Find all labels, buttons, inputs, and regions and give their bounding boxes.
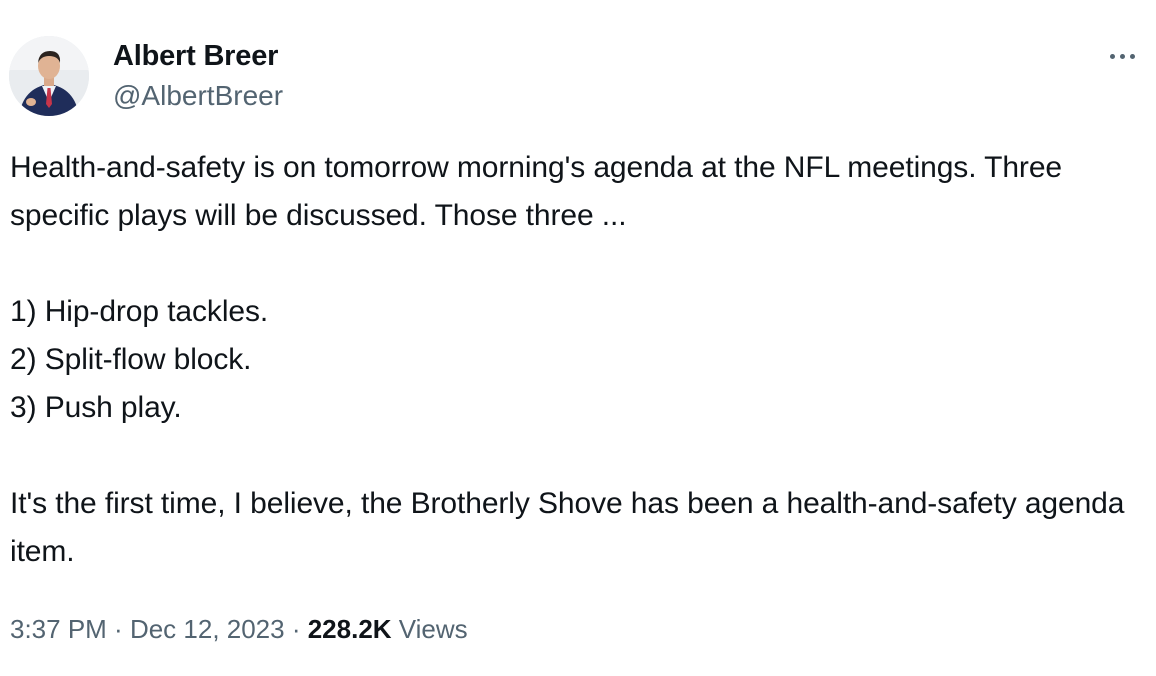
views-label: Views xyxy=(391,614,468,644)
tweet-paragraph: It's the first time, I believe, the Brot… xyxy=(10,487,1125,568)
tweet-paragraph: Health-and-safety is on tomorrow morning… xyxy=(10,151,1062,232)
author-handle[interactable]: @AlbertBreer xyxy=(113,76,283,116)
author-avatar[interactable] xyxy=(9,36,89,116)
meta-separator: · xyxy=(284,614,308,644)
tweet-paragraph: 1) Hip-drop tackles. 2) Split-flow block… xyxy=(10,295,269,424)
more-options-button[interactable] xyxy=(1100,40,1146,74)
more-horizontal-icon xyxy=(1110,54,1115,59)
views-count: 228.2K xyxy=(307,614,392,644)
tweet-timestamp-link[interactable]: 3:37 PM · Dec 12, 2023 xyxy=(10,614,285,644)
author-display-name[interactable]: Albert Breer xyxy=(113,38,283,74)
more-dot xyxy=(1120,54,1125,59)
tweet: Albert Breer @AlbertBreer Health-and-saf… xyxy=(0,0,1156,676)
tweet-text: Health-and-safety is on tomorrow morning… xyxy=(10,144,1140,576)
meta-separator: · xyxy=(106,614,130,644)
author-info: Albert Breer @AlbertBreer xyxy=(113,38,283,116)
more-dot xyxy=(1130,54,1135,59)
tweet-time: 3:37 PM xyxy=(10,614,107,644)
tweet-date: Dec 12, 2023 xyxy=(129,614,285,644)
tweet-meta: 3:37 PM · Dec 12, 2023 · 228.2K Views xyxy=(10,608,468,650)
user-avatar-icon xyxy=(9,36,89,116)
